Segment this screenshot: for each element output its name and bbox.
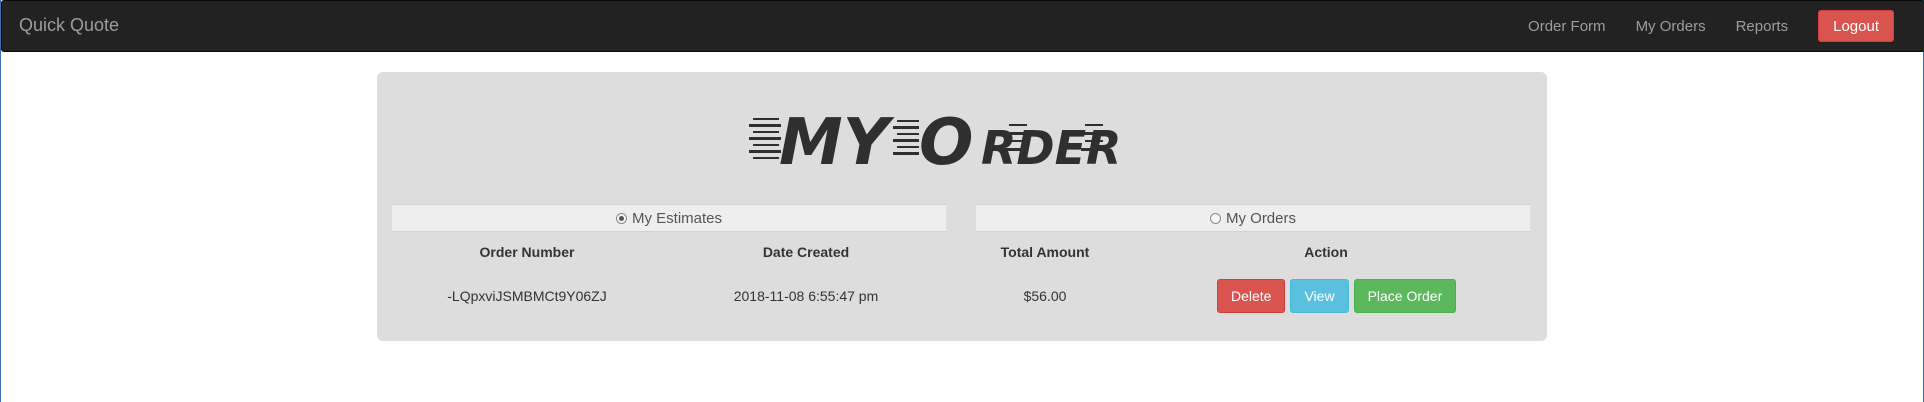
brand-link[interactable]: Quick Quote — [19, 15, 119, 36]
my-orders-radio[interactable] — [1209, 212, 1221, 224]
place-order-button[interactable]: Place Order — [1353, 279, 1457, 313]
nav-order-form[interactable]: Order Form — [1528, 18, 1606, 35]
my-order-logo: MY O RDER — [749, 106, 1121, 174]
cell-order-number: -LQpxviJSMBMCt9Y06ZJ — [447, 288, 607, 304]
delete-button[interactable]: Delete — [1217, 279, 1286, 313]
cell-total-amount: $56.00 — [1023, 288, 1067, 304]
header-action: Action — [1304, 244, 1348, 260]
header-order-number: Order Number — [479, 244, 575, 260]
app-frame: Quick Quote Order Form My Orders Reports… — [0, 0, 1924, 402]
my-estimates-label: My Estimates — [631, 209, 722, 227]
my-estimates-toggle[interactable]: My Estimates — [392, 204, 946, 232]
my-estimates-radio[interactable] — [615, 212, 627, 224]
logout-button[interactable]: Logout — [1818, 10, 1894, 42]
my-orders-label: My Orders — [1225, 209, 1296, 227]
header-date-created: Date Created — [762, 244, 850, 260]
row-actions: Delete View Place Order — [1217, 279, 1457, 313]
logo-my: MY — [779, 106, 895, 174]
my-orders-toggle[interactable]: My Orders — [976, 204, 1530, 232]
nav-reports[interactable]: Reports — [1736, 18, 1789, 35]
logo-rder: RDER — [981, 121, 1121, 174]
nav-links: Order Form My Orders Reports Logout — [1498, 1, 1894, 51]
orders-panel: MY O RDER My Estimates My Orders Order N… — [377, 72, 1547, 341]
nav-my-orders[interactable]: My Orders — [1636, 18, 1706, 35]
header-total-amount: Total Amount — [1000, 244, 1090, 260]
view-button[interactable]: View — [1290, 279, 1349, 313]
logo-o: O — [919, 106, 973, 174]
top-navbar: Quick Quote Order Form My Orders Reports… — [1, 0, 1924, 52]
cell-date-created: 2018-11-08 6:55:47 pm — [733, 288, 879, 304]
